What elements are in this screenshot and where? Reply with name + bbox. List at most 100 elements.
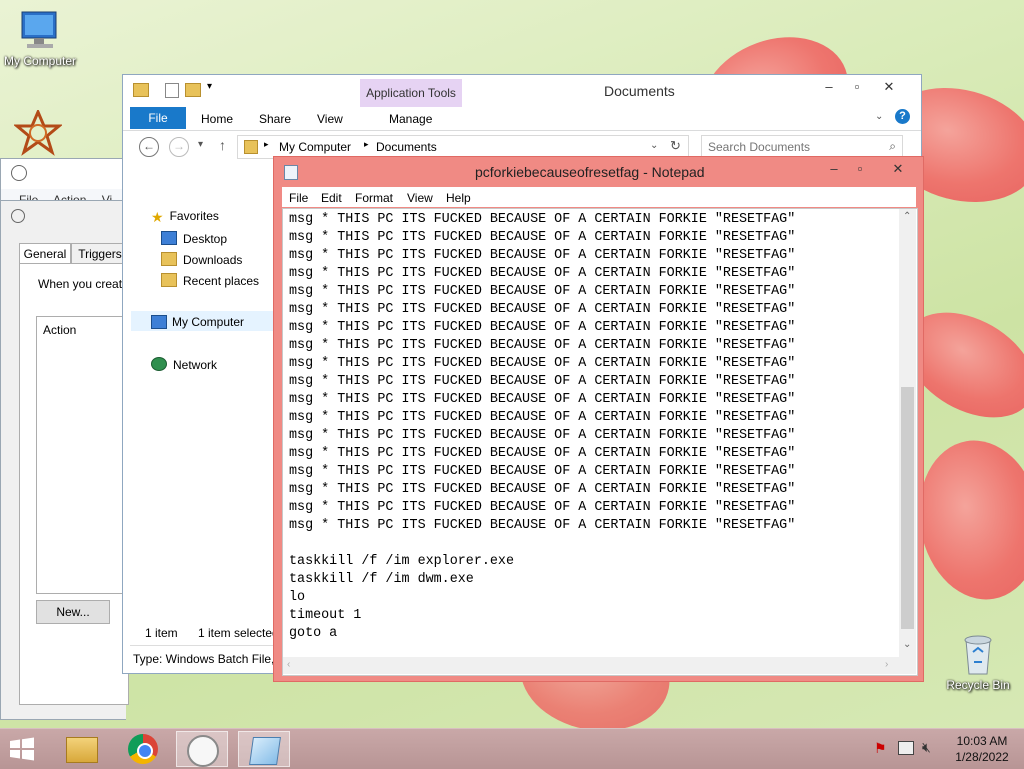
taskbar-notepad[interactable] — [238, 731, 290, 767]
customize-toolbar-chevron-icon[interactable]: ▾ — [207, 81, 212, 92]
scroll-down-icon[interactable]: ⌄ — [903, 639, 911, 650]
file-type-text: Type: Windows Batch File, — [133, 652, 275, 666]
ribbon-tab-manage[interactable]: Manage — [389, 112, 432, 126]
forward-icon[interactable]: → — [169, 137, 189, 157]
breadcrumb-documents[interactable]: Documents — [376, 140, 437, 154]
breadcrumb-separator-icon: ▸ — [364, 139, 369, 149]
ornament-icon — [12, 108, 64, 156]
ribbon-tab-view[interactable]: View — [317, 112, 343, 126]
menu-item-view[interactable]: View — [407, 191, 433, 205]
computer-icon — [151, 315, 167, 329]
scrollbar-thumb[interactable] — [901, 387, 914, 629]
notepad-app-icon — [284, 165, 298, 180]
clock-icon — [187, 735, 219, 767]
minimize-icon[interactable]: – — [820, 159, 848, 179]
task-scheduler-title-bar[interactable] — [1, 159, 127, 189]
network-status-icon[interactable] — [898, 741, 914, 755]
computer-icon — [21, 11, 57, 48]
clock-time: 10:03 AM — [956, 734, 1008, 748]
address-dropdown-icon[interactable]: ⌄ — [650, 140, 658, 151]
desktop-shortcut-icon[interactable] — [12, 108, 64, 156]
properties-icon[interactable] — [165, 83, 179, 98]
status-selected-count: 1 item selected — [198, 626, 279, 640]
taskbar-chrome[interactable] — [118, 731, 170, 767]
breadcrumb-separator-icon: ▸ — [264, 139, 269, 149]
menu-item-help[interactable]: Help — [446, 191, 471, 205]
star-icon: ★ — [151, 209, 164, 225]
breadcrumb-my-computer[interactable]: My Computer — [279, 140, 351, 154]
desktop-icon-my-computer[interactable]: My Computer — [0, 8, 80, 68]
downloads-icon — [161, 252, 177, 266]
horizontal-scrollbar[interactable]: ‹ › — [283, 657, 899, 674]
nav-item-network[interactable]: Network — [151, 357, 217, 372]
notepad-text-area[interactable]: msg * THIS PC ITS FUCKED BECAUSE OF A CE… — [282, 208, 918, 676]
details-pane: Type: Windows Batch File, — [130, 645, 280, 670]
notepad-menu-bar: File Edit Format View Help — [282, 187, 916, 207]
taskbar-file-explorer[interactable] — [56, 731, 108, 767]
nav-item-favorites[interactable]: ★ Favorites — [151, 209, 219, 225]
action-center-flag-icon[interactable]: ⚑ — [874, 740, 887, 757]
notepad-text[interactable]: msg * THIS PC ITS FUCKED BECAUSE OF A CE… — [289, 211, 795, 643]
new-action-button[interactable]: New... — [36, 600, 110, 624]
file-explorer-icon — [66, 737, 98, 763]
task-properties-dialog[interactable]: General Triggers When you create Action … — [0, 200, 138, 720]
ribbon-tab-file[interactable]: File — [130, 107, 186, 129]
scroll-right-icon[interactable]: › — [885, 659, 888, 670]
taskbar-task-scheduler[interactable] — [176, 731, 228, 767]
tab-panel: When you create Action New... — [19, 263, 138, 705]
size-grip[interactable] — [899, 657, 916, 674]
menu-item-file[interactable]: File — [289, 191, 308, 205]
desktop-icon-recycle-bin[interactable]: Recycle Bin — [938, 630, 1018, 692]
scroll-left-icon[interactable]: ‹ — [287, 659, 290, 670]
taskbar: ⚑ 🔇︎ 10:03 AM 1/28/2022 — [0, 728, 1024, 769]
nav-item-downloads[interactable]: Downloads — [161, 252, 242, 267]
clock-icon — [11, 165, 27, 181]
nav-item-my-computer[interactable]: My Computer — [131, 311, 275, 331]
ribbon-tab-share[interactable]: Share — [259, 112, 291, 126]
notepad-icon — [249, 737, 281, 765]
vertical-scrollbar[interactable]: ⌃ ⌄ — [899, 209, 916, 657]
up-icon[interactable]: ↑ — [219, 137, 226, 153]
column-header-action[interactable]: Action — [43, 323, 76, 337]
close-icon[interactable]: ✕ — [880, 159, 916, 179]
menu-item-edit[interactable]: Edit — [321, 191, 342, 205]
clock-date: 1/28/2022 — [955, 750, 1009, 764]
folder-icon — [133, 83, 149, 97]
scroll-up-icon[interactable]: ⌃ — [903, 211, 911, 222]
volume-muted-icon[interactable]: 🔇︎ — [922, 739, 931, 756]
refresh-icon[interactable]: ↻ — [670, 138, 681, 154]
recent-locations-chevron-icon[interactable]: ▾ — [198, 139, 203, 150]
recent-places-icon — [161, 273, 177, 287]
start-button[interactable] — [8, 737, 38, 763]
ribbon-tab-home[interactable]: Home — [201, 112, 233, 126]
windows-logo-icon — [10, 737, 34, 761]
search-input[interactable] — [706, 138, 870, 156]
contextual-tab-group: Application Tools — [360, 79, 462, 107]
nav-item-recent-places[interactable]: Recent places — [161, 273, 259, 288]
explorer-title-bar[interactable]: ▾ Documents – ▫ ✕ — [123, 75, 921, 105]
clock-icon — [11, 209, 25, 223]
maximize-icon[interactable]: ▫ — [843, 77, 871, 97]
maximize-icon[interactable]: ▫ — [846, 159, 874, 179]
tab-triggers[interactable]: Triggers — [71, 243, 129, 264]
description-text: When you create — [38, 277, 129, 291]
minimize-icon[interactable]: – — [815, 77, 843, 97]
desktop-icon-label: Recycle Bin — [946, 678, 1010, 692]
back-icon[interactable]: ← — [139, 137, 159, 157]
close-icon[interactable]: ✕ — [875, 77, 903, 97]
nav-item-desktop[interactable]: Desktop — [161, 231, 227, 246]
new-folder-icon[interactable] — [185, 83, 201, 97]
clock[interactable]: 10:03 AM 1/28/2022 — [946, 733, 1018, 765]
recycle-bin-icon — [964, 635, 992, 675]
ribbon-expand-icon[interactable]: ⌄ — [875, 111, 883, 122]
notepad-window[interactable]: pcforkiebecauseofresetfag - Notepad – ▫ … — [273, 156, 924, 682]
search-icon: ⌕ — [889, 139, 896, 153]
folder-icon — [244, 140, 258, 154]
network-icon — [151, 357, 167, 371]
help-icon[interactable]: ? — [895, 109, 910, 124]
status-item-count: 1 item — [145, 626, 178, 640]
menu-item-format[interactable]: Format — [355, 191, 393, 205]
notepad-title-bar[interactable]: pcforkiebecauseofresetfag - Notepad – ▫ … — [274, 157, 923, 187]
window-title: pcforkiebecauseofresetfag - Notepad — [475, 164, 705, 180]
tab-general[interactable]: General — [19, 243, 71, 264]
